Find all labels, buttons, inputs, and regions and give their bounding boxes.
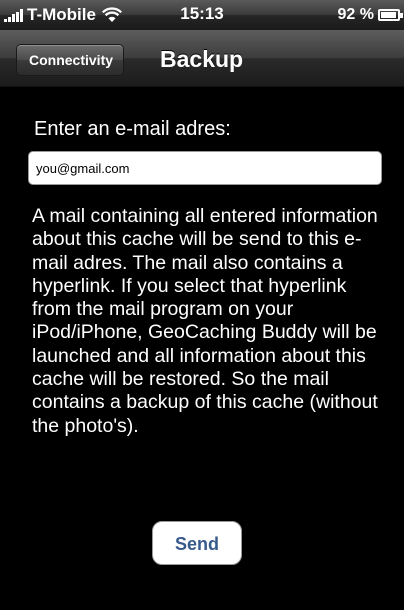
send-button[interactable]: Send [152, 521, 242, 565]
back-button[interactable]: Connectivity [16, 44, 125, 76]
email-prompt-label: Enter an e-mail adres: [34, 118, 231, 140]
battery-percent: 92 % [337, 6, 374, 23]
battery-icon [378, 9, 403, 21]
description-text: A mail containing all entered informatio… [32, 205, 378, 437]
email-field[interactable] [28, 151, 382, 185]
status-bar: T-Mobile 15:13 92 % [0, 0, 404, 30]
status-right: 92 % [337, 4, 403, 26]
main-content: Enter an e-mail adres: A mail containing… [0, 87, 404, 610]
battery-fill [381, 12, 396, 18]
navigation-bar: Connectivity Backup [0, 30, 404, 87]
page-title: Backup [160, 46, 244, 72]
